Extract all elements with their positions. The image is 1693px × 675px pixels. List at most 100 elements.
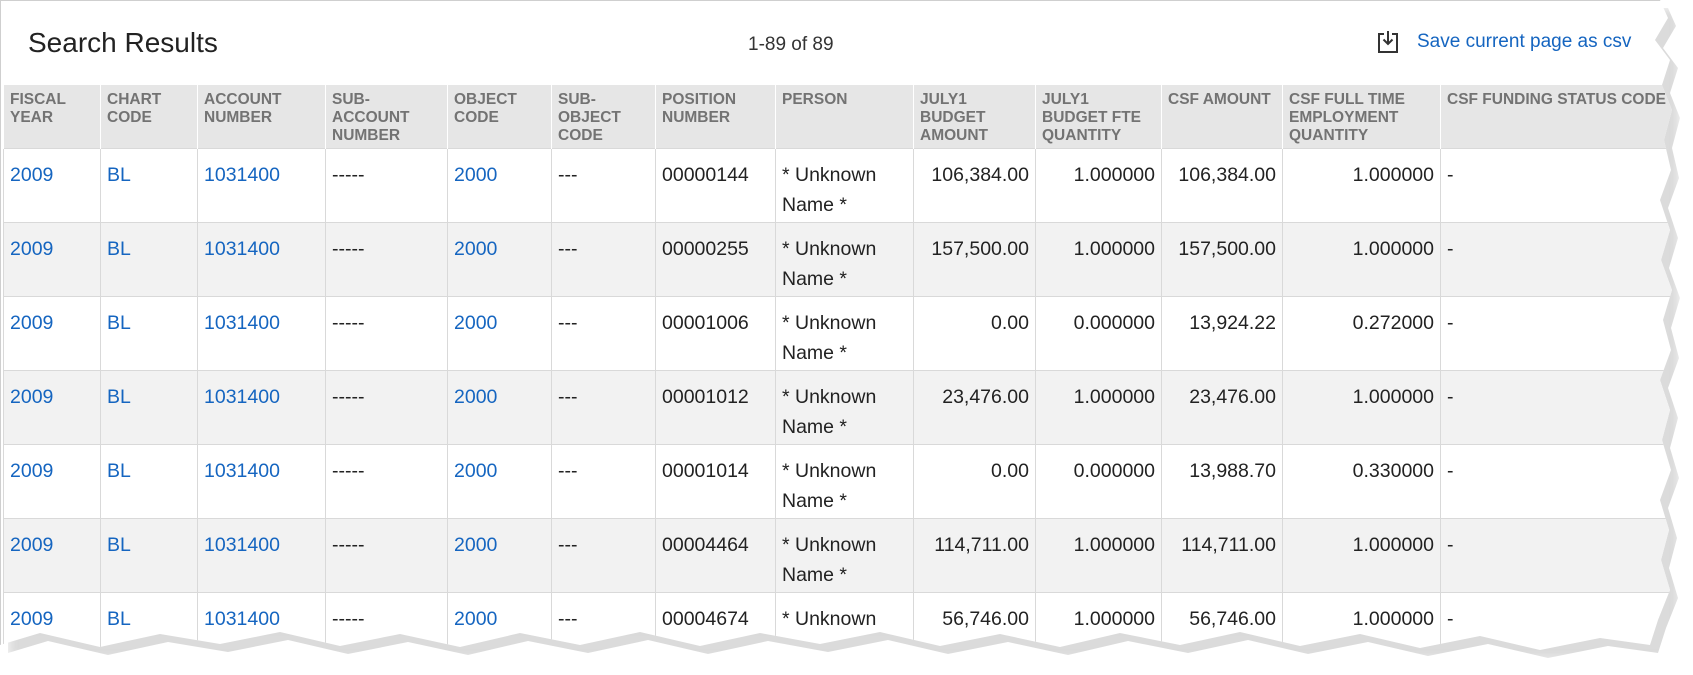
column-header[interactable]: OBJECT CODE xyxy=(447,85,552,149)
table-cell: 00000255 xyxy=(655,222,776,297)
column-header[interactable]: CSF AMOUNT xyxy=(1161,85,1283,149)
table-cell: - xyxy=(1440,518,1672,593)
cell-link[interactable]: BL xyxy=(107,238,131,260)
column-header[interactable]: SUB-ACCOUNT NUMBER xyxy=(325,85,448,149)
column-header[interactable]: SUB-OBJECT CODE xyxy=(551,85,656,149)
table-row: 2009 BL 1031400 ----- 2000 --- 00001006 * Unkno… xyxy=(3,296,1672,371)
table-cell: 106,384.00 xyxy=(913,148,1036,223)
cell-link[interactable]: 1031400 xyxy=(204,164,280,186)
table-cell: 1.000000 xyxy=(1035,222,1162,297)
cell-link[interactable]: 2009 xyxy=(10,238,53,260)
table-cell: - xyxy=(1440,444,1672,519)
cell-link[interactable]: BL xyxy=(107,534,131,556)
table-cell: 1.000000 xyxy=(1282,518,1441,593)
table-cell: * Unknown Name * xyxy=(775,148,914,223)
cell-link[interactable]: 2009 xyxy=(10,534,53,556)
table-cell: 2000 xyxy=(447,444,552,519)
table-cell: * Unknown Name * xyxy=(775,444,914,519)
table-row: 2009 BL 1031400 ----- 2000 --- 00000144 * Unkno… xyxy=(3,148,1672,223)
table-cell: --- xyxy=(551,148,656,223)
table-cell: 1.000000 xyxy=(1282,148,1441,223)
table-cell: 114,711.00 xyxy=(913,518,1036,593)
cell-link[interactable]: 2000 xyxy=(454,534,497,556)
table-cell: BL xyxy=(100,370,198,445)
cell-link[interactable]: 2000 xyxy=(454,238,497,260)
table-cell: 0.00 xyxy=(913,444,1036,519)
table-cell: 157,500.00 xyxy=(1161,222,1283,297)
cell-link[interactable]: 1031400 xyxy=(204,534,280,556)
table-cell: 23,476.00 xyxy=(913,370,1036,445)
cell-link[interactable]: 1031400 xyxy=(204,386,280,408)
table-row: 2009 BL 1031400 ----- 2000 --- 00001014 * Unkno… xyxy=(3,444,1672,519)
cell-link[interactable]: 2000 xyxy=(454,460,497,482)
table-cell: 1031400 xyxy=(197,370,326,445)
save-csv-button[interactable]: Save current page as csv xyxy=(1377,30,1631,54)
table-cell: BL xyxy=(100,296,198,371)
column-header[interactable]: JULY1 BUDGET AMOUNT xyxy=(913,85,1036,149)
results-table: FISCAL YEAR CHART CODE ACCOUNT NUMBER SU… xyxy=(3,85,1672,650)
cell-link[interactable]: 2000 xyxy=(454,386,497,408)
column-header[interactable]: FISCAL YEAR xyxy=(3,85,101,149)
cell-link[interactable]: 2009 xyxy=(10,312,53,334)
table-cell: ----- xyxy=(325,296,448,371)
cell-link[interactable]: 1031400 xyxy=(204,312,280,334)
cell-link[interactable]: BL xyxy=(107,164,131,186)
table-cell: 0.00 xyxy=(913,296,1036,371)
column-header[interactable]: ACCOUNT NUMBER xyxy=(197,85,326,149)
cell-link[interactable]: 2000 xyxy=(454,164,497,186)
table-cell: 1.000000 xyxy=(1282,592,1441,650)
table-cell: 0.272000 xyxy=(1282,296,1441,371)
column-header[interactable]: POSITION NUMBER xyxy=(655,85,776,149)
cell-link[interactable]: 1031400 xyxy=(204,608,280,630)
table-cell: 2009 xyxy=(3,518,101,593)
cell-link[interactable]: 1031400 xyxy=(204,460,280,482)
table-cell: --- xyxy=(551,296,656,371)
table-cell: * Unknown Name * xyxy=(775,222,914,297)
table-row: 2009 BL 1031400 ----- 2000 --- 00001012 * Unkno… xyxy=(3,370,1672,445)
download-icon xyxy=(1378,31,1398,53)
table-cell: --- xyxy=(551,518,656,593)
cell-link[interactable]: BL xyxy=(107,608,131,630)
table-cell: 00001012 xyxy=(655,370,776,445)
table-cell: * Unknown Name * xyxy=(775,370,914,445)
table-cell: 114,711.00 xyxy=(1161,518,1283,593)
table-row: 2009 BL 1031400 ----- 2000 --- 00004464 * Unkno… xyxy=(3,518,1672,593)
table-cell: 1031400 xyxy=(197,518,326,593)
table-cell: 2000 xyxy=(447,518,552,593)
table-cell: 13,988.70 xyxy=(1161,444,1283,519)
column-header[interactable]: PERSON xyxy=(775,85,914,149)
table-cell: 2000 xyxy=(447,370,552,445)
table-cell: 00004464 xyxy=(655,518,776,593)
cell-link[interactable]: 2009 xyxy=(10,460,53,482)
table-cell: 00001006 xyxy=(655,296,776,371)
table-cell: 2009 xyxy=(3,444,101,519)
cell-link[interactable]: BL xyxy=(107,312,131,334)
table-cell: ----- xyxy=(325,444,448,519)
table-cell: 1031400 xyxy=(197,222,326,297)
table-cell: 106,384.00 xyxy=(1161,148,1283,223)
table-cell: BL xyxy=(100,222,198,297)
table-cell: --- xyxy=(551,444,656,519)
cell-link[interactable]: 2009 xyxy=(10,608,53,630)
column-header[interactable]: CSF FULL TIME EMPLOYMENT QUANTITY xyxy=(1282,85,1441,149)
table-cell: --- xyxy=(551,370,656,445)
cell-link[interactable]: 1031400 xyxy=(204,238,280,260)
table-cell: 2000 xyxy=(447,296,552,371)
cell-link[interactable]: 2009 xyxy=(10,164,53,186)
table-cell: 0.330000 xyxy=(1282,444,1441,519)
table-cell: - xyxy=(1440,296,1672,371)
table-cell: 2009 xyxy=(3,222,101,297)
cell-link[interactable]: 2000 xyxy=(454,608,497,630)
column-header[interactable]: CHART CODE xyxy=(100,85,198,149)
column-header[interactable]: JULY1 BUDGET FTE QUANTITY xyxy=(1035,85,1162,149)
cell-link[interactable]: 2000 xyxy=(454,312,497,334)
table-cell: ----- xyxy=(325,370,448,445)
table-cell: 2000 xyxy=(447,222,552,297)
cell-link[interactable]: BL xyxy=(107,386,131,408)
page-title: Search Results xyxy=(28,27,218,58)
cell-link[interactable]: 2009 xyxy=(10,386,53,408)
column-header[interactable]: CSF FUNDING STATUS CODE xyxy=(1440,85,1672,149)
table-cell: - xyxy=(1440,222,1672,297)
table-cell: * Unknown Name * xyxy=(775,296,914,371)
cell-link[interactable]: BL xyxy=(107,460,131,482)
